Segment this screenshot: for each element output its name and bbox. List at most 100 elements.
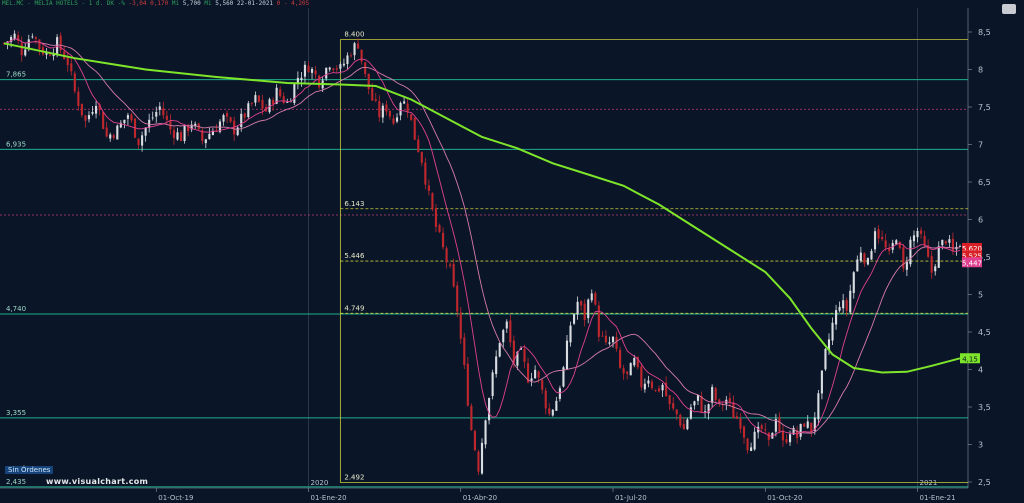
candle-body bbox=[452, 263, 455, 287]
candle-body bbox=[80, 103, 83, 116]
candle-body bbox=[714, 388, 717, 401]
candle-body bbox=[909, 239, 912, 265]
candle-body bbox=[66, 57, 69, 66]
candle-body bbox=[73, 73, 76, 92]
candle-body bbox=[948, 239, 951, 243]
candle-body bbox=[279, 89, 282, 97]
candle-body bbox=[788, 434, 792, 443]
y-tick-label: 8 bbox=[978, 66, 983, 75]
candle-body bbox=[357, 43, 360, 49]
candle-body bbox=[314, 70, 317, 75]
candle-body bbox=[339, 64, 342, 69]
candle-body bbox=[250, 102, 253, 104]
candle-body bbox=[923, 235, 926, 246]
candle-body bbox=[254, 95, 257, 103]
x-year-label: 2020 bbox=[311, 479, 329, 487]
price-chart[interactable]: 2,533,544,555,566,577,588,501-Oct-19 01-E… bbox=[0, 0, 1024, 503]
price-badge-label: 4,15 bbox=[962, 355, 978, 363]
candle-body bbox=[176, 132, 179, 140]
fib-level-label: 8.400 bbox=[344, 31, 364, 39]
candle-body bbox=[573, 314, 576, 324]
candle-body bbox=[799, 424, 802, 437]
candle-body bbox=[580, 301, 583, 306]
candle-body bbox=[555, 400, 558, 411]
candle-body bbox=[919, 230, 923, 234]
candle-body bbox=[505, 321, 508, 329]
candle-body bbox=[215, 129, 218, 131]
candle-body bbox=[424, 162, 427, 185]
candle-body bbox=[657, 388, 661, 392]
candle-body bbox=[349, 55, 353, 57]
candle-body bbox=[718, 399, 721, 402]
candle-body bbox=[675, 409, 678, 415]
candle-body bbox=[495, 356, 498, 374]
candle-body bbox=[608, 342, 611, 344]
chart-header: MEL.MC - MELIA HOTELS - 1 d. DK -% -3,04… bbox=[2, 0, 309, 7]
candle-body bbox=[873, 231, 877, 250]
candle-body bbox=[686, 419, 689, 430]
candle-body bbox=[427, 185, 430, 191]
candle-body bbox=[20, 42, 23, 56]
candle-body bbox=[226, 113, 229, 117]
candle-body bbox=[364, 62, 367, 74]
candle-body bbox=[488, 398, 491, 421]
candle-body bbox=[661, 384, 664, 391]
candle-body bbox=[353, 43, 356, 56]
candle-body bbox=[247, 103, 250, 118]
candle-body bbox=[551, 409, 554, 416]
candle-body bbox=[817, 393, 820, 420]
candle-body bbox=[473, 431, 476, 451]
candle-body bbox=[102, 111, 105, 129]
y-tick-label: 6 bbox=[978, 216, 983, 225]
candle-body bbox=[413, 117, 416, 140]
support-level-label: 6,935 bbox=[6, 140, 26, 148]
low-label: Mi bbox=[204, 0, 212, 7]
y-tick-label: 7,5 bbox=[978, 103, 991, 112]
x-tick-label: 01-Ene-20 bbox=[311, 494, 347, 502]
x-tick-label: 01-Abr-20 bbox=[463, 494, 497, 502]
candle-body bbox=[417, 139, 420, 152]
candle-body bbox=[385, 104, 388, 112]
x-tick-label: 01-Oct-19 bbox=[158, 494, 193, 502]
candle-body bbox=[456, 285, 459, 312]
candle-body bbox=[431, 193, 434, 210]
candle-body bbox=[261, 99, 264, 109]
fib-level-label: 5.446 bbox=[344, 252, 365, 260]
candle-body bbox=[856, 259, 859, 272]
candle-body bbox=[622, 368, 625, 374]
candle-body bbox=[466, 363, 469, 406]
candle-body bbox=[650, 381, 654, 389]
candle-body bbox=[764, 429, 767, 431]
candle-body bbox=[941, 239, 944, 246]
orders-label[interactable]: Sin Órdenes bbox=[5, 466, 54, 474]
y-tick-label: 7 bbox=[978, 141, 983, 150]
x-tick-label: 01-Jul-20 bbox=[615, 494, 647, 502]
candle-body bbox=[388, 110, 391, 117]
candle-body bbox=[916, 230, 919, 238]
chart-background bbox=[0, 0, 1024, 503]
candle-body bbox=[502, 330, 505, 343]
candle-body bbox=[587, 299, 590, 319]
candle-body bbox=[31, 36, 34, 38]
candle-body bbox=[944, 241, 947, 244]
candle-body bbox=[208, 133, 211, 140]
candle-body bbox=[877, 229, 880, 239]
candle-body bbox=[48, 54, 52, 56]
support-level-label: 2,435 bbox=[6, 478, 26, 486]
candle-body bbox=[204, 139, 207, 144]
candle-body bbox=[282, 96, 285, 103]
candle-body bbox=[463, 337, 466, 365]
candle-body bbox=[849, 290, 852, 313]
candle-body bbox=[746, 438, 749, 451]
candle-body bbox=[123, 119, 126, 124]
candle-body bbox=[912, 235, 916, 242]
candle-body bbox=[548, 408, 551, 414]
chart-menu-button[interactable] bbox=[1002, 4, 1016, 14]
candle-body bbox=[179, 132, 183, 142]
candle-body bbox=[696, 395, 700, 401]
candle-body bbox=[682, 423, 685, 430]
candle-body bbox=[236, 127, 239, 136]
candle-body bbox=[162, 108, 165, 116]
candle-body bbox=[24, 49, 27, 56]
candle-body bbox=[700, 396, 703, 412]
